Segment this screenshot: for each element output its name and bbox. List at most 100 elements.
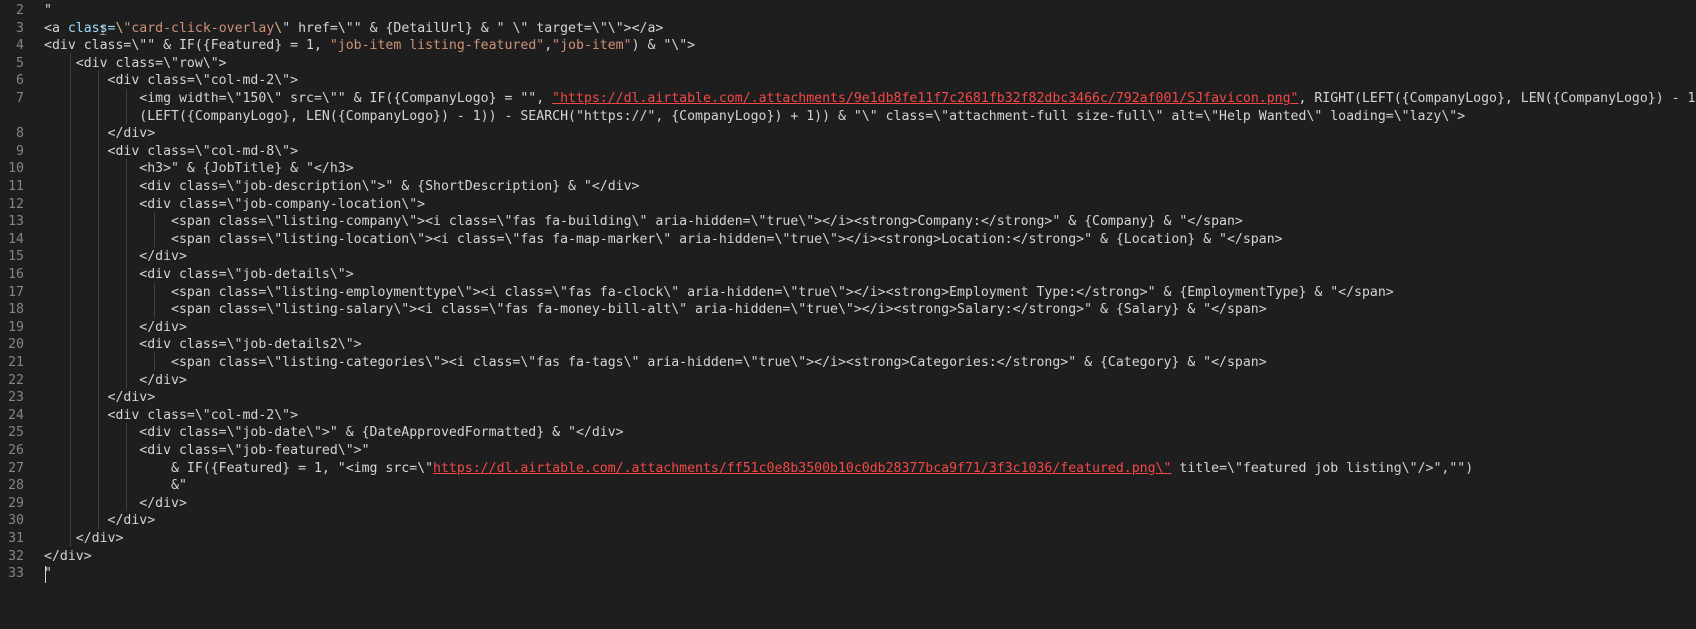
- line-number: 5: [16, 55, 24, 71]
- code-line[interactable]: 12 <div class=\"job-company-location\">: [0, 195, 1696, 214]
- line-number: 24: [8, 407, 24, 423]
- line-number: 27: [8, 460, 24, 476]
- code-line[interactable]: 24 <div class=\"col-md-2\">: [0, 406, 1696, 425]
- code-text: <h3>" & {JobTitle} & "</h3>: [44, 161, 354, 177]
- code-line[interactable]: 33 ": [0, 564, 1696, 583]
- line-number: 7: [16, 91, 24, 106]
- code-line[interactable]: 30 </div>: [0, 511, 1696, 530]
- line-number: 22: [8, 372, 24, 388]
- indent-guide: [98, 71, 99, 529]
- code-text: <img width=\"150\" src=\"" & IF({Company…: [44, 91, 1696, 106]
- indent-guide: [126, 423, 127, 512]
- code-line[interactable]: 7 <img width=\"150\" src=\"" & IF({Compa…: [0, 89, 1696, 108]
- code-line[interactable]: 22 </div>: [0, 371, 1696, 390]
- line-number: 23: [8, 390, 24, 406]
- code-line[interactable]: 2 ": [0, 1, 1696, 20]
- line-number: 19: [8, 319, 24, 335]
- line-number: 31: [8, 531, 24, 546]
- line-number: 6: [16, 73, 24, 89]
- line-number: 11: [8, 179, 24, 194]
- line-number: 2: [16, 3, 24, 18]
- code-line[interactable]: 5 <div class=\"row\">: [0, 54, 1696, 73]
- code-line[interactable]: 6 <div class=\"col-md-2\">: [0, 71, 1696, 90]
- code-line[interactable]: 23 </div>: [0, 388, 1696, 407]
- code-line[interactable]: 3 <a class=\"card-click-overlay\" href=\"…: [0, 19, 1696, 38]
- line-number: 15: [8, 249, 24, 265]
- code-line[interactable]: 15 </div>: [0, 247, 1696, 266]
- line-number: 25: [8, 425, 24, 441]
- code-text: </div>: [44, 531, 124, 546]
- code-text: <div class=\"col-md-2\">: [44, 407, 299, 423]
- code-text: (LEFT({CompanyLogo}, LEN({CompanyLogo}) …: [44, 108, 1466, 124]
- code-text: <span class=\"listing-salary\"><i class=…: [44, 302, 1267, 318]
- indent-guide: [154, 212, 155, 248]
- mouse-ibeam-icon: ⌶: [99, 24, 107, 39]
- line-number: 12: [8, 196, 24, 212]
- code-text: <div class=\"col-md-8\">: [44, 143, 299, 159]
- code-line[interactable]: 13 <span class=\"listing-company\"><i cl…: [0, 212, 1696, 231]
- code-line[interactable]: 19 </div>: [0, 318, 1696, 337]
- code-text: </div>: [44, 390, 156, 406]
- line-number: 16: [8, 267, 24, 282]
- line-number: 30: [8, 513, 24, 529]
- code-line[interactable]: 28 &": [0, 476, 1696, 495]
- code-text: </div>: [44, 126, 156, 142]
- line-number: 3: [16, 20, 24, 36]
- code-line[interactable]: 18 <span class=\"listing-salary\"><i cla…: [0, 300, 1696, 319]
- line-number: 18: [8, 302, 24, 318]
- code-text: </div>: [44, 372, 187, 388]
- code-text: </div>: [44, 513, 156, 529]
- code-line[interactable]: 25 <div class=\"job-date\">" & {DateAppr…: [0, 423, 1696, 442]
- code-text: ": [44, 3, 52, 18]
- code-line[interactable]: 8 </div>: [0, 124, 1696, 143]
- line-number: 28: [8, 478, 24, 494]
- line-number: 10: [8, 161, 24, 177]
- code-text: </div>: [44, 548, 92, 564]
- indent-guide: [154, 282, 155, 318]
- code-text: <span class=\"listing-company\"><i class…: [44, 214, 1243, 230]
- line-number: 33: [8, 566, 24, 582]
- code-text: </div>: [44, 249, 187, 265]
- code-text: <div class=\"job-details\">: [44, 267, 354, 282]
- code-line[interactable]: (LEFT({CompanyLogo}, LEN({CompanyLogo}) …: [0, 107, 1696, 126]
- code-line[interactable]: 32 </div>: [0, 547, 1696, 566]
- code-editor[interactable]: 2 " 3 <a class=\"card-click-overlay\" href=…: [0, 0, 1696, 629]
- code-text: <span class=\"listing-employmenttype\"><…: [44, 284, 1394, 300]
- code-line[interactable]: 17 <span class=\"listing-employmenttype\…: [0, 283, 1696, 302]
- code-text: & IF({Featured} = 1, "<img src=\"https:/…: [44, 460, 1474, 476]
- indent-guide: [70, 53, 71, 547]
- line-number: 26: [8, 443, 24, 458]
- code-text: <div class=\"row\">: [44, 55, 227, 71]
- code-text: </div>: [44, 319, 187, 335]
- code-text: <div class=\"col-md-2\">: [44, 73, 299, 89]
- code-text: <a class=\"card-click-overlay\" href=\""…: [44, 20, 664, 36]
- line-number: 20: [8, 337, 24, 353]
- code-line[interactable]: 27 & IF({Featured} = 1, "<img src=\"http…: [0, 459, 1696, 478]
- code-text: <div class=\"job-company-location\">: [44, 196, 426, 212]
- code-text: <span class=\"listing-categories\"><i cl…: [44, 355, 1267, 370]
- line-number: 32: [8, 548, 24, 564]
- line-number: 21: [8, 355, 24, 370]
- code-line[interactable]: 26 <div class=\"job-featured\">": [0, 441, 1696, 460]
- code-text: &": [44, 478, 187, 494]
- code-line[interactable]: 21 <span class=\"listing-categories\"><i…: [0, 353, 1696, 372]
- code-line[interactable]: 16 <div class=\"job-details\">: [0, 265, 1696, 284]
- code-text: <div class=\"" & IF({Featured} = 1, "job…: [44, 38, 696, 54]
- line-number: 14: [8, 231, 24, 247]
- code-line[interactable]: 11 <div class=\"job-description\">" & {S…: [0, 177, 1696, 196]
- code-text: <span class=\"listing-location\"><i clas…: [44, 231, 1283, 247]
- code-text: <div class=\"job-details2\">: [44, 337, 362, 353]
- code-line[interactable]: 20 <div class=\"job-details2\">: [0, 335, 1696, 354]
- code-line[interactable]: 9 <div class=\"col-md-8\">: [0, 142, 1696, 161]
- line-number: 4: [16, 38, 24, 54]
- code-text: <div class=\"job-date\">" & {DateApprove…: [44, 425, 624, 441]
- line-number: 29: [8, 495, 24, 511]
- line-number: 13: [8, 214, 24, 230]
- indent-guide: [126, 159, 127, 389]
- code-text: <div class=\"job-description\">" & {Shor…: [44, 179, 640, 194]
- code-line[interactable]: 10 <h3>" & {JobTitle} & "</h3>: [0, 159, 1696, 178]
- code-line[interactable]: 4 <div class=\"" & IF({Featured} = 1, "jo…: [0, 36, 1696, 55]
- code-line[interactable]: 14 <span class=\"listing-location\"><i c…: [0, 230, 1696, 249]
- code-line[interactable]: 31 </div>: [0, 529, 1696, 548]
- code-line[interactable]: 29 </div>: [0, 494, 1696, 513]
